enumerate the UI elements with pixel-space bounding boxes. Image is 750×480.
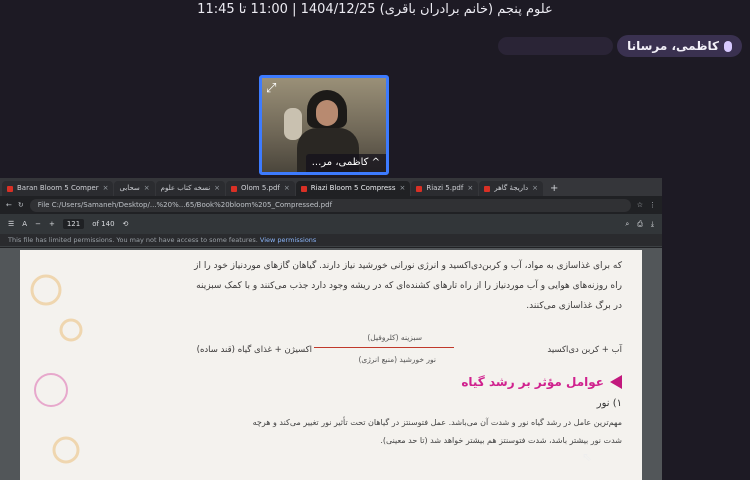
- subheading: ۱) نور: [596, 398, 622, 409]
- browser-tab[interactable]: Baran Bloom 5 Comper ×: [2, 181, 114, 196]
- browser-tab[interactable]: سحابی ×: [114, 181, 155, 196]
- expand-icon[interactable]: ⤢: [266, 82, 280, 96]
- pdf-icon: [416, 185, 423, 192]
- menu-icon[interactable]: ⋮: [649, 201, 656, 209]
- rotate-icon[interactable]: ⟲: [123, 220, 129, 228]
- pdf-paragraph: مهم‌ترین عامل در رشد گیاه نور و شدت آن م…: [252, 418, 622, 427]
- tab-label: نسخه کتاب علوم: [160, 184, 211, 192]
- pdf-line: که برای غذاسازی به مواد، آب و کربن‌دی‌اک…: [194, 261, 622, 271]
- new-tab-button[interactable]: +: [544, 181, 564, 196]
- search-icon[interactable]: ⌕: [625, 220, 629, 229]
- tab-label: Riazi Bloom 5 Compress: [310, 184, 396, 192]
- participant-name-label: ^ کاظمی، مر...: [305, 154, 386, 172]
- page-decoration: [30, 274, 83, 464]
- permission-notice: This file has limited permissions. You m…: [0, 234, 662, 247]
- browser-tab-active[interactable]: Riazi Bloom 5 Compress ×: [295, 181, 411, 196]
- equation-catalyst: سبزینه (کلروفیل): [367, 333, 422, 342]
- pdf-viewer[interactable]: که برای غذاسازی به مواد، آب و کربن‌دی‌اک…: [0, 248, 662, 480]
- section-heading: عوامل مؤثر بر رشد گیاه: [80, 372, 622, 392]
- pdf-line: راه روزنه‌های هوایی و آب موردنیاز را از …: [196, 281, 622, 291]
- zoom-out-icon[interactable]: −: [35, 220, 41, 228]
- browser-tab[interactable]: Olom 5.pdf ×: [226, 181, 295, 196]
- pdf-page: که برای غذاسازی به مواد، آب و کربن‌دی‌اک…: [20, 250, 642, 480]
- pdf-line: در برگ غذاسازی می‌کنند.: [526, 301, 622, 311]
- pdf-icon: [300, 185, 307, 192]
- page-number-input[interactable]: 121: [62, 219, 85, 229]
- pdf-paragraph: شدت نور بیشتر باشد، شدت فتوسنتز هم بیشتر…: [380, 436, 622, 445]
- star-icon[interactable]: ☆: [637, 201, 643, 209]
- heading-text: عوامل مؤثر بر رشد گیاه: [461, 375, 604, 389]
- meeting-title: علوم پنجم (خانم برادران باقری) 1404/12/2…: [197, 2, 553, 17]
- tab-label: Riazi 5.pdf: [426, 184, 464, 192]
- active-speaker-bar: کاظمی، مرسانا: [498, 35, 742, 57]
- video-person-face: [316, 100, 338, 126]
- browser-tab-bar: Baran Bloom 5 Comper × سحابی × نسخه کتاب ع…: [0, 178, 662, 196]
- print-icon[interactable]: ⎙: [637, 220, 643, 229]
- close-icon[interactable]: ×: [214, 181, 220, 196]
- close-icon[interactable]: ×: [284, 181, 290, 196]
- page-total: of 140: [92, 220, 115, 228]
- close-icon[interactable]: ×: [144, 181, 150, 196]
- close-icon[interactable]: ×: [399, 181, 405, 196]
- back-icon[interactable]: ←: [6, 201, 12, 209]
- zoom-in-icon[interactable]: +: [49, 220, 55, 228]
- tab-label: Baran Bloom 5 Comper: [17, 184, 99, 192]
- mic-icon: [724, 40, 732, 52]
- tab-label: Olom 5.pdf: [241, 184, 280, 192]
- browser-tab[interactable]: داریجهٔ گاهر ×: [479, 181, 543, 196]
- equation-energy: نور خورشید (منبع انرژی): [358, 355, 436, 364]
- pdf-icon: [7, 185, 13, 192]
- reload-icon[interactable]: ↻: [18, 201, 24, 209]
- pdf-icon: [231, 185, 238, 192]
- view-permissions-link[interactable]: View permissions: [260, 236, 316, 244]
- equation-products: اکسیژن + غذای گیاه (قند ساده): [196, 345, 312, 355]
- photosynthesis-equation: آب + کربن دی‌اکسید سبزینه (کلروفیل) نور …: [80, 328, 622, 368]
- tab-label: سحابی: [119, 184, 140, 192]
- hamburger-icon[interactable]: ☰: [8, 220, 14, 228]
- mouse-cursor-icon: ⇖: [582, 450, 593, 464]
- shared-screen: Baran Bloom 5 Comper × سحابی × نسخه کتاب ع…: [0, 178, 662, 480]
- url-field[interactable]: File C:/Users/Samaneh/Desktop/...%20%...…: [29, 198, 631, 212]
- pdf-toolbar: ☰ A − + 121 of 140 ⟲ ⌕ ⎙ ⤓: [0, 214, 662, 234]
- address-bar: ← ↻ File C:/Users/Samaneh/Desktop/...%20…: [0, 196, 662, 214]
- speaker-chip-blurred: [498, 37, 614, 55]
- close-icon[interactable]: ×: [467, 181, 473, 196]
- download-icon[interactable]: ⤓: [651, 220, 654, 229]
- browser-tab[interactable]: Riazi 5.pdf ×: [411, 181, 479, 196]
- participant-video-tile[interactable]: ⤢ ^ کاظمی، مر...: [259, 75, 389, 175]
- speaker-name: کاظمی، مرسانا: [627, 39, 719, 53]
- equation-reactants: آب + کربن دی‌اکسید: [547, 345, 622, 355]
- video-person-hand: [284, 108, 302, 140]
- zoom-label[interactable]: A: [22, 220, 27, 228]
- pdf-icon: [484, 185, 491, 192]
- tab-label: داریجهٔ گاهر: [494, 184, 529, 192]
- permission-text: This file has limited permissions. You m…: [8, 236, 258, 244]
- speaker-chip[interactable]: کاظمی، مرسانا: [617, 35, 742, 57]
- heading-marker-icon: [610, 375, 622, 389]
- close-icon[interactable]: ×: [532, 181, 538, 196]
- close-icon[interactable]: ×: [103, 181, 109, 196]
- equation-arrow: [314, 347, 454, 348]
- browser-tab[interactable]: نسخه کتاب علوم ×: [155, 181, 226, 196]
